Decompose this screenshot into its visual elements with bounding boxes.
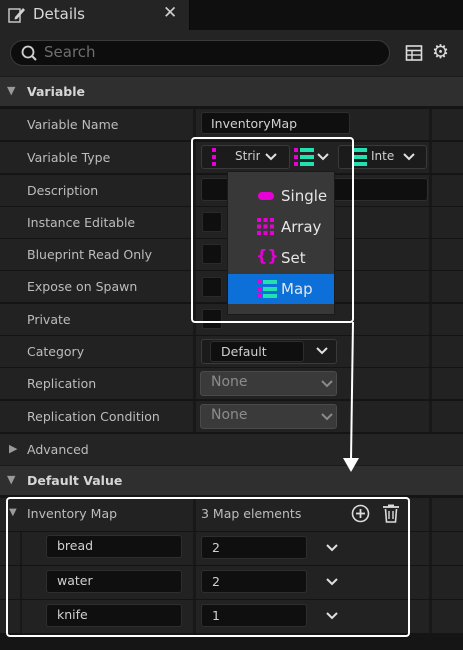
section-label: Default Value xyxy=(27,473,123,488)
chevron-down-icon xyxy=(321,413,333,421)
edit-pencil-icon xyxy=(8,8,25,23)
search-icon xyxy=(21,45,37,61)
property-label: Variable Name xyxy=(27,117,119,132)
chevron-down-icon[interactable] xyxy=(316,347,328,355)
property-label: Expose on Spawn xyxy=(27,279,138,294)
property-label: Instance Editable xyxy=(27,215,136,230)
advanced-row[interactable]: ▶ Advanced xyxy=(0,433,463,465)
tab-title: Details xyxy=(33,5,86,23)
advanced-label: Advanced xyxy=(27,442,89,457)
details-tab[interactable] xyxy=(0,0,190,30)
value-type-label: Inte xyxy=(371,149,394,163)
callout-arrow-icon xyxy=(343,321,359,472)
section-label: Variable xyxy=(27,84,86,99)
collapse-arrow-icon: ▼ xyxy=(7,84,16,97)
highlight-box-default-value xyxy=(6,497,410,637)
chevron-down-icon xyxy=(403,153,415,161)
property-label: Variable Type xyxy=(27,150,111,165)
replication-value: None xyxy=(211,374,248,390)
replication-condition-value: None xyxy=(211,407,248,423)
property-label: Replication xyxy=(27,376,97,391)
property-label: Private xyxy=(27,312,71,327)
variable-name-value: InventoryMap xyxy=(211,116,298,131)
search-placeholder: Search xyxy=(44,43,96,61)
property-label: Category xyxy=(27,344,85,359)
table-view-icon[interactable] xyxy=(405,44,423,62)
category-value: Default xyxy=(221,344,267,359)
property-label: Blueprint Read Only xyxy=(27,247,153,262)
highlight-box-variable-type xyxy=(191,137,354,323)
section-default-value[interactable]: ▼ Default Value xyxy=(0,465,463,495)
integer-pin-icon xyxy=(353,148,367,166)
collapse-arrow-icon: ▼ xyxy=(7,473,16,486)
property-label: Description xyxy=(27,183,99,198)
close-icon[interactable]: ✕ xyxy=(163,3,177,23)
chevron-down-icon xyxy=(321,380,333,388)
gear-icon[interactable]: ⚙ xyxy=(432,42,449,62)
section-variable[interactable]: ▼ Variable xyxy=(0,76,463,106)
property-label: Replication Condition xyxy=(27,409,160,424)
expand-arrow-icon: ▶ xyxy=(9,442,18,455)
